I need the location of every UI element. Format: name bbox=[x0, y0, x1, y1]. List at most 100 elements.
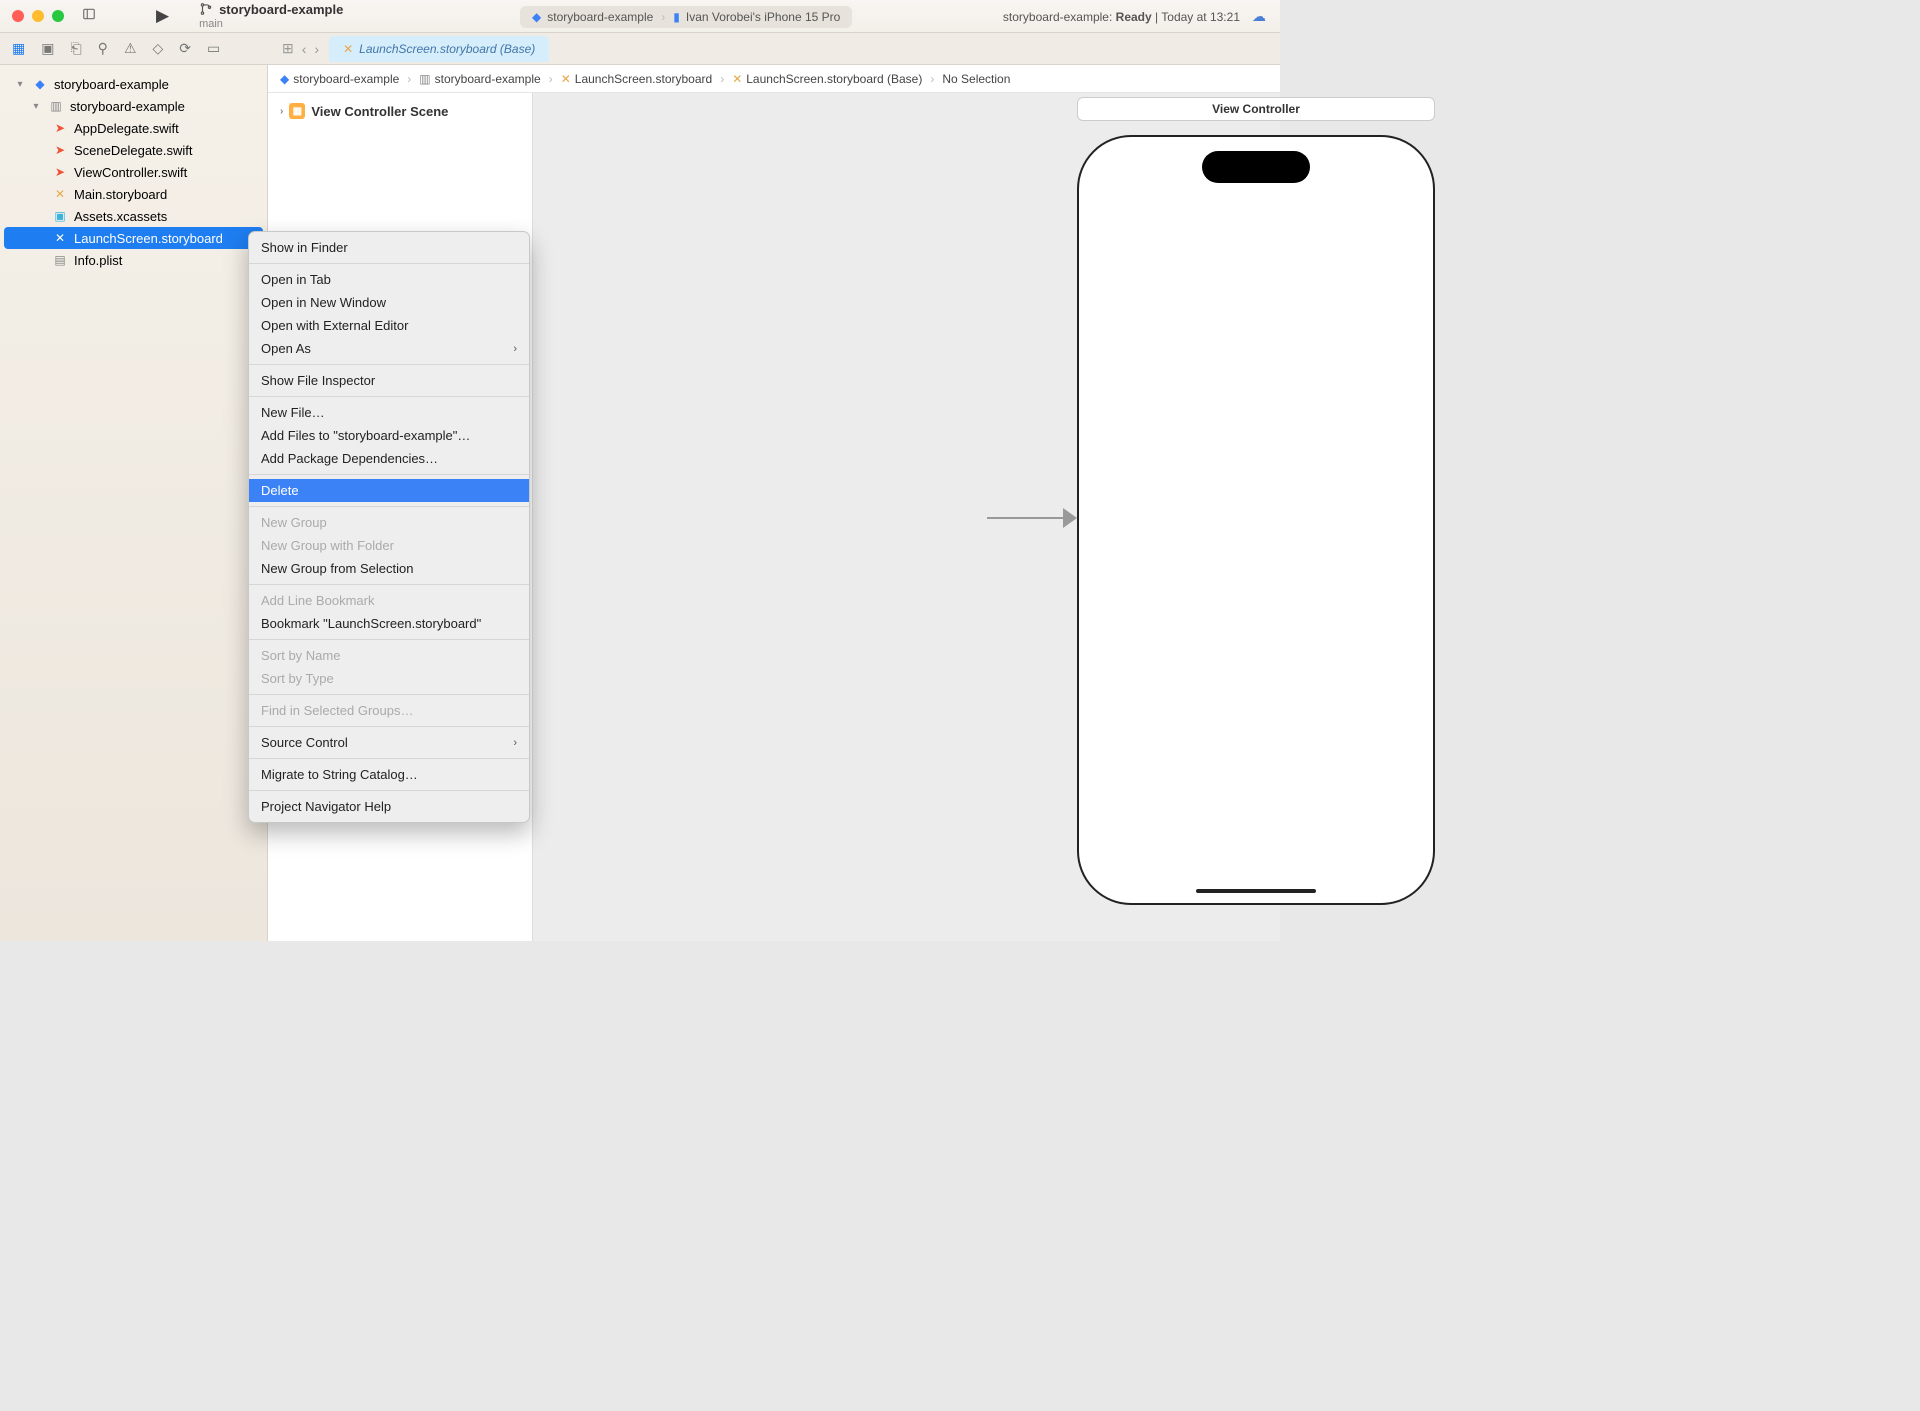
swift-icon: ➤ bbox=[52, 142, 68, 158]
breakpoint-navigator-icon[interactable]: ▭ bbox=[207, 40, 220, 57]
status-ready: Ready bbox=[1116, 10, 1152, 24]
disclosure-icon[interactable]: ▾ bbox=[14, 79, 26, 90]
file-label: storyboard-example bbox=[54, 77, 169, 92]
branch-name: main bbox=[199, 19, 343, 31]
interface-builder-canvas[interactable]: View Controller bbox=[533, 93, 1280, 941]
back-icon[interactable]: ‹ bbox=[302, 41, 307, 57]
crumb-selection[interactable]: No Selection bbox=[942, 72, 1010, 86]
project-icon: ◆ bbox=[32, 76, 48, 92]
menu-delete[interactable]: Delete bbox=[249, 479, 529, 502]
window-controls bbox=[12, 10, 64, 22]
file-label: LaunchScreen.storyboard bbox=[74, 231, 223, 246]
debug-navigator-icon[interactable]: ⟳ bbox=[179, 40, 191, 57]
sidebar-toggle-icon[interactable] bbox=[82, 7, 96, 26]
outline-label: View Controller Scene bbox=[311, 104, 448, 119]
file-scenedelegate[interactable]: ➤ SceneDelegate.swift bbox=[0, 139, 267, 161]
device-preview[interactable] bbox=[1077, 135, 1435, 905]
project-navigator-icon[interactable]: ▦ bbox=[12, 40, 25, 57]
storyboard-icon: ✕ bbox=[561, 72, 571, 86]
cloud-icon[interactable]: ☁ bbox=[1252, 8, 1266, 25]
storyboard-icon: ✕ bbox=[732, 72, 742, 86]
title-bar: ▶ storyboard-example main ◆ storyboard-e… bbox=[0, 0, 1280, 33]
app-icon: ◆ bbox=[280, 72, 289, 86]
arrow-icon bbox=[1063, 508, 1077, 528]
file-appdelegate[interactable]: ➤ AppDelegate.swift bbox=[0, 117, 267, 139]
crumb-localization[interactable]: LaunchScreen.storyboard (Base) bbox=[746, 72, 922, 86]
status-scheme: storyboard-example: bbox=[1003, 10, 1112, 24]
menu-open-in-new-window[interactable]: Open in New Window bbox=[249, 291, 529, 314]
device-icon: ▮ bbox=[673, 10, 680, 24]
file-label: SceneDelegate.swift bbox=[74, 143, 193, 158]
run-button[interactable]: ▶ bbox=[156, 6, 169, 26]
menu-new-group-selection[interactable]: New Group from Selection bbox=[249, 557, 529, 580]
crumb-project[interactable]: storyboard-example bbox=[293, 72, 399, 86]
menu-open-external-editor[interactable]: Open with External Editor bbox=[249, 314, 529, 337]
project-root[interactable]: ▾ ◆ storyboard-example bbox=[0, 73, 267, 95]
menu-migrate-string-catalog[interactable]: Migrate to String Catalog… bbox=[249, 763, 529, 786]
menu-add-files[interactable]: Add Files to "storyboard-example"… bbox=[249, 424, 529, 447]
maximize-icon[interactable] bbox=[52, 10, 64, 22]
close-icon[interactable] bbox=[12, 10, 24, 22]
file-launchscreen-storyboard[interactable]: ✕ LaunchScreen.storyboard bbox=[4, 227, 263, 249]
scene-icon: ▦ bbox=[289, 103, 305, 119]
file-label: AppDelegate.swift bbox=[74, 121, 179, 136]
bookmark-navigator-icon[interactable]: ⎗ bbox=[70, 40, 81, 57]
file-viewcontroller[interactable]: ➤ ViewController.swift bbox=[0, 161, 267, 183]
swift-icon: ➤ bbox=[52, 164, 68, 180]
navigator-tab-bar: ▦ ▣ ⎗ ⚲ ⚠ ◇ ⟳ ▭ ⊞ ‹ › ✕ LaunchScreen.sto… bbox=[0, 33, 1280, 65]
group-folder[interactable]: ▾ ▥ storyboard-example bbox=[0, 95, 267, 117]
file-main-storyboard[interactable]: ✕ Main.storyboard bbox=[0, 183, 267, 205]
file-label: ViewController.swift bbox=[74, 165, 187, 180]
menu-new-group: New Group bbox=[249, 511, 529, 534]
file-infoplist[interactable]: ▤ Info.plist bbox=[0, 249, 267, 271]
chevron-right-icon: › bbox=[403, 72, 415, 86]
disclosure-icon[interactable]: ▾ bbox=[30, 101, 42, 112]
menu-show-in-finder[interactable]: Show in Finder bbox=[249, 236, 529, 259]
scheme-branch[interactable]: storyboard-example main bbox=[199, 2, 343, 30]
file-assets[interactable]: ▣ Assets.xcassets bbox=[0, 205, 267, 227]
crumb-group[interactable]: storyboard-example bbox=[435, 72, 541, 86]
chevron-right-icon: › bbox=[659, 10, 667, 24]
status-bar: storyboard-example: Ready | Today at 13:… bbox=[1003, 0, 1266, 33]
swift-icon: ➤ bbox=[52, 120, 68, 136]
chevron-right-icon: › bbox=[716, 72, 728, 86]
breadcrumb: ◆ storyboard-example › ▥ storyboard-exam… bbox=[268, 65, 1280, 93]
menu-bookmark-file[interactable]: Bookmark "LaunchScreen.storyboard" bbox=[249, 612, 529, 635]
file-label: Assets.xcassets bbox=[74, 209, 167, 224]
file-label: storyboard-example bbox=[70, 99, 185, 114]
menu-find-in-groups: Find in Selected Groups… bbox=[249, 699, 529, 722]
menu-add-package-deps[interactable]: Add Package Dependencies… bbox=[249, 447, 529, 470]
menu-open-as[interactable]: Open As› bbox=[249, 337, 529, 360]
issue-navigator-icon[interactable]: ⚠ bbox=[124, 40, 137, 57]
menu-sort-by-type: Sort by Type bbox=[249, 667, 529, 690]
menu-add-line-bookmark: Add Line Bookmark bbox=[249, 589, 529, 612]
status-time: Today at 13:21 bbox=[1161, 10, 1240, 24]
project-title: storyboard-example bbox=[219, 3, 343, 17]
chevron-right-icon[interactable]: › bbox=[280, 106, 283, 117]
menu-navigator-help[interactable]: Project Navigator Help bbox=[249, 795, 529, 818]
minimize-icon[interactable] bbox=[32, 10, 44, 22]
find-navigator-icon[interactable]: ⚲ bbox=[98, 40, 108, 57]
related-items-icon[interactable]: ⊞ bbox=[282, 40, 294, 57]
outline-scene-row[interactable]: › ▦ View Controller Scene bbox=[268, 93, 532, 129]
file-label: Info.plist bbox=[74, 253, 122, 268]
menu-source-control[interactable]: Source Control› bbox=[249, 731, 529, 754]
device-label: Ivan Vorobei's iPhone 15 Pro bbox=[686, 10, 840, 24]
editor-tab[interactable]: ✕ LaunchScreen.storyboard (Base) bbox=[329, 36, 549, 62]
scheme-label: storyboard-example bbox=[547, 10, 653, 24]
forward-icon[interactable]: › bbox=[314, 41, 319, 57]
source-control-navigator-icon[interactable]: ▣ bbox=[41, 40, 54, 57]
scheme-device-pill[interactable]: ◆ storyboard-example › ▮ Ivan Vorobei's … bbox=[520, 6, 852, 28]
chevron-right-icon: › bbox=[926, 72, 938, 86]
menu-new-file[interactable]: New File… bbox=[249, 401, 529, 424]
menu-open-in-tab[interactable]: Open in Tab bbox=[249, 268, 529, 291]
device-notch bbox=[1202, 151, 1310, 183]
chevron-right-icon: › bbox=[513, 737, 517, 749]
home-indicator bbox=[1196, 889, 1316, 893]
test-navigator-icon[interactable]: ◇ bbox=[153, 40, 164, 57]
project-navigator: ▾ ◆ storyboard-example ▾ ▥ storyboard-ex… bbox=[0, 65, 268, 941]
crumb-file[interactable]: LaunchScreen.storyboard bbox=[575, 72, 712, 86]
menu-show-file-inspector[interactable]: Show File Inspector bbox=[249, 369, 529, 392]
view-controller-title[interactable]: View Controller bbox=[1077, 97, 1435, 121]
storyboard-icon: ✕ bbox=[52, 230, 68, 246]
